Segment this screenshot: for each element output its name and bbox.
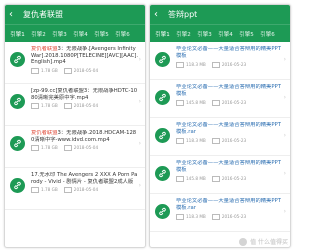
list-item[interactable]: 17.无水印 The Avengers 2 XXX A Porn Parody … xyxy=(5,168,145,210)
list-item[interactable]: 毕业论文必备——大量适合答辩用的精美PPT模板 145.8 MB 2016-05-… xyxy=(150,156,290,194)
left-result-list: 复仇者联盟3：无限战争.[Avengers Infinity War].2018… xyxy=(5,42,145,210)
list-item[interactable]: 毕业论文必备——大量适合答辩用的精美PPT模板.rar 118.3 MB 2016… xyxy=(150,118,290,156)
chevron-right-icon: › xyxy=(283,132,286,139)
watermark: 值 什么值得买 xyxy=(239,237,288,246)
chevron-right-icon: › xyxy=(283,170,286,177)
watermark-logo-icon xyxy=(239,237,248,246)
right-engine-tabs: 引擎1 引擎2 引擎3 引擎4 引擎5 引擎6 xyxy=(150,24,290,42)
list-item[interactable]: 毕业论文必备——大量适合答辩用的精美PPT模板 118.3 MB 2016-05-… xyxy=(150,42,290,80)
item-size: 1.78 GB xyxy=(31,145,58,152)
tab-engine-4[interactable]: 引擎4 xyxy=(70,30,91,38)
tab-engine-3[interactable]: 引擎3 xyxy=(49,30,70,38)
list-item[interactable]: 毕业论文必备——大量适合答辩用的精美PPT模板.rar 118.3 MB 2016… xyxy=(150,194,290,232)
item-size: 145.8 MB xyxy=(176,99,206,106)
item-title: 17.无水印 The Avengers 2 XXX A Porn Parody … xyxy=(31,172,138,185)
item-date: 2016-05-23 xyxy=(211,61,246,68)
right-phone-screen: ‹ 答辩ppt 引擎1 引擎2 引擎3 引擎4 引擎5 引擎6 毕业论文必备——… xyxy=(149,4,291,248)
item-size: 118.3 MB xyxy=(176,213,206,220)
item-date: 2018-05-04 xyxy=(63,187,98,194)
right-result-list: 毕业论文必备——大量适合答辩用的精美PPT模板 118.3 MB 2016-05-… xyxy=(150,42,290,232)
item-date: 2018-05-04 xyxy=(63,145,98,152)
chevron-right-icon: › xyxy=(283,56,286,63)
chevron-right-icon: › xyxy=(138,98,141,105)
chevron-right-icon: › xyxy=(138,56,141,63)
item-size: 1.78 GB xyxy=(31,187,58,194)
tab-engine-1[interactable]: 引擎1 xyxy=(7,30,28,38)
item-title-highlight: 复仇者联盟 xyxy=(31,46,58,52)
item-size: 118.3 MB xyxy=(176,61,206,68)
item-date: 2016-05-23 xyxy=(211,175,246,182)
list-item[interactable]: 毕业论文必备——大量适合答辩用的精美PPT模板 145.8 MB 2016-05-… xyxy=(150,80,290,118)
right-search-title: 答辩ppt xyxy=(168,10,198,19)
list-item[interactable]: 复仇者联盟3：无限战争.2018.HDCAM-1280清晰中字-www.idvd… xyxy=(5,126,145,168)
link-icon xyxy=(155,90,170,105)
item-size: 145.8 MB xyxy=(176,175,206,182)
item-size: 118.3 MB xyxy=(176,137,206,144)
left-title-bar: ‹ 复仇者联盟 xyxy=(5,5,145,24)
tab-engine-2[interactable]: 引擎2 xyxy=(173,30,194,38)
link-icon xyxy=(155,166,170,181)
tab-engine-2[interactable]: 引擎2 xyxy=(28,30,49,38)
item-date: 2016-05-23 xyxy=(211,137,246,144)
left-engine-tabs: 引擎1 引擎2 引擎3 引擎4 引擎5 引擎6 xyxy=(5,24,145,42)
link-icon xyxy=(10,178,25,193)
tab-engine-6[interactable]: 引擎6 xyxy=(112,30,133,38)
tab-engine-5[interactable]: 引擎5 xyxy=(91,30,112,38)
list-item[interactable]: 复仇者联盟3：无限战争.[Avengers Infinity War].2018… xyxy=(5,42,145,84)
link-icon xyxy=(155,128,170,143)
watermark-text: 值 什么值得买 xyxy=(250,239,288,246)
item-title: 毕业论文必备——大量适合答辩用的精美PPT模板 xyxy=(176,46,281,59)
item-size: 1.78 GB xyxy=(31,103,58,110)
chevron-right-icon: › xyxy=(138,140,141,147)
tab-engine-5[interactable]: 引擎5 xyxy=(236,30,257,38)
item-date: 2018-05-04 xyxy=(63,67,98,74)
item-date: 2018-05-04 xyxy=(63,103,98,110)
left-search-title: 复仇者联盟 xyxy=(23,10,63,19)
item-title: 毕业论文必备——大量适合答辩用的精美PPT模板 xyxy=(176,160,281,173)
chevron-right-icon: › xyxy=(283,208,286,215)
back-icon[interactable]: ‹ xyxy=(154,5,164,24)
item-title: 毕业论文必备——大量适合答辩用的精美PPT模板.rar xyxy=(176,122,281,135)
link-icon xyxy=(10,94,25,109)
item-date: 2016-05-23 xyxy=(211,213,246,220)
item-size: 1.78 GB xyxy=(31,67,58,74)
back-icon[interactable]: ‹ xyxy=(9,5,19,24)
list-item[interactable]: [zp-99.cc]复仇者联盟3：无限战争HDTC-1080清晰完美原中字.mp… xyxy=(5,84,145,126)
chevron-right-icon: › xyxy=(283,94,286,101)
tab-engine-6[interactable]: 引擎6 xyxy=(257,30,278,38)
item-title: 毕业论文必备——大量适合答辩用的精美PPT模板 xyxy=(176,84,281,97)
tab-engine-3[interactable]: 引擎3 xyxy=(194,30,215,38)
link-icon xyxy=(10,52,25,67)
item-title: 毕业论文必备——大量适合答辩用的精美PPT模板.rar xyxy=(176,198,281,211)
item-title: [zp-99.cc]复仇者联盟3：无限战争HDTC-1080清晰完美原中字.mp… xyxy=(31,88,138,101)
right-title-bar: ‹ 答辩ppt xyxy=(150,5,290,24)
link-icon xyxy=(10,136,25,151)
link-icon xyxy=(155,52,170,67)
item-date: 2016-05-23 xyxy=(211,99,246,106)
tab-engine-1[interactable]: 引擎1 xyxy=(152,30,173,38)
tab-engine-4[interactable]: 引擎4 xyxy=(215,30,236,38)
link-icon xyxy=(155,204,170,219)
chevron-right-icon: › xyxy=(138,182,141,189)
left-phone-screen: ‹ 复仇者联盟 引擎1 引擎2 引擎3 引擎4 引擎5 引擎6 复仇者联盟3：无… xyxy=(4,4,146,248)
item-title-highlight: 复仇者联盟 xyxy=(31,130,58,136)
